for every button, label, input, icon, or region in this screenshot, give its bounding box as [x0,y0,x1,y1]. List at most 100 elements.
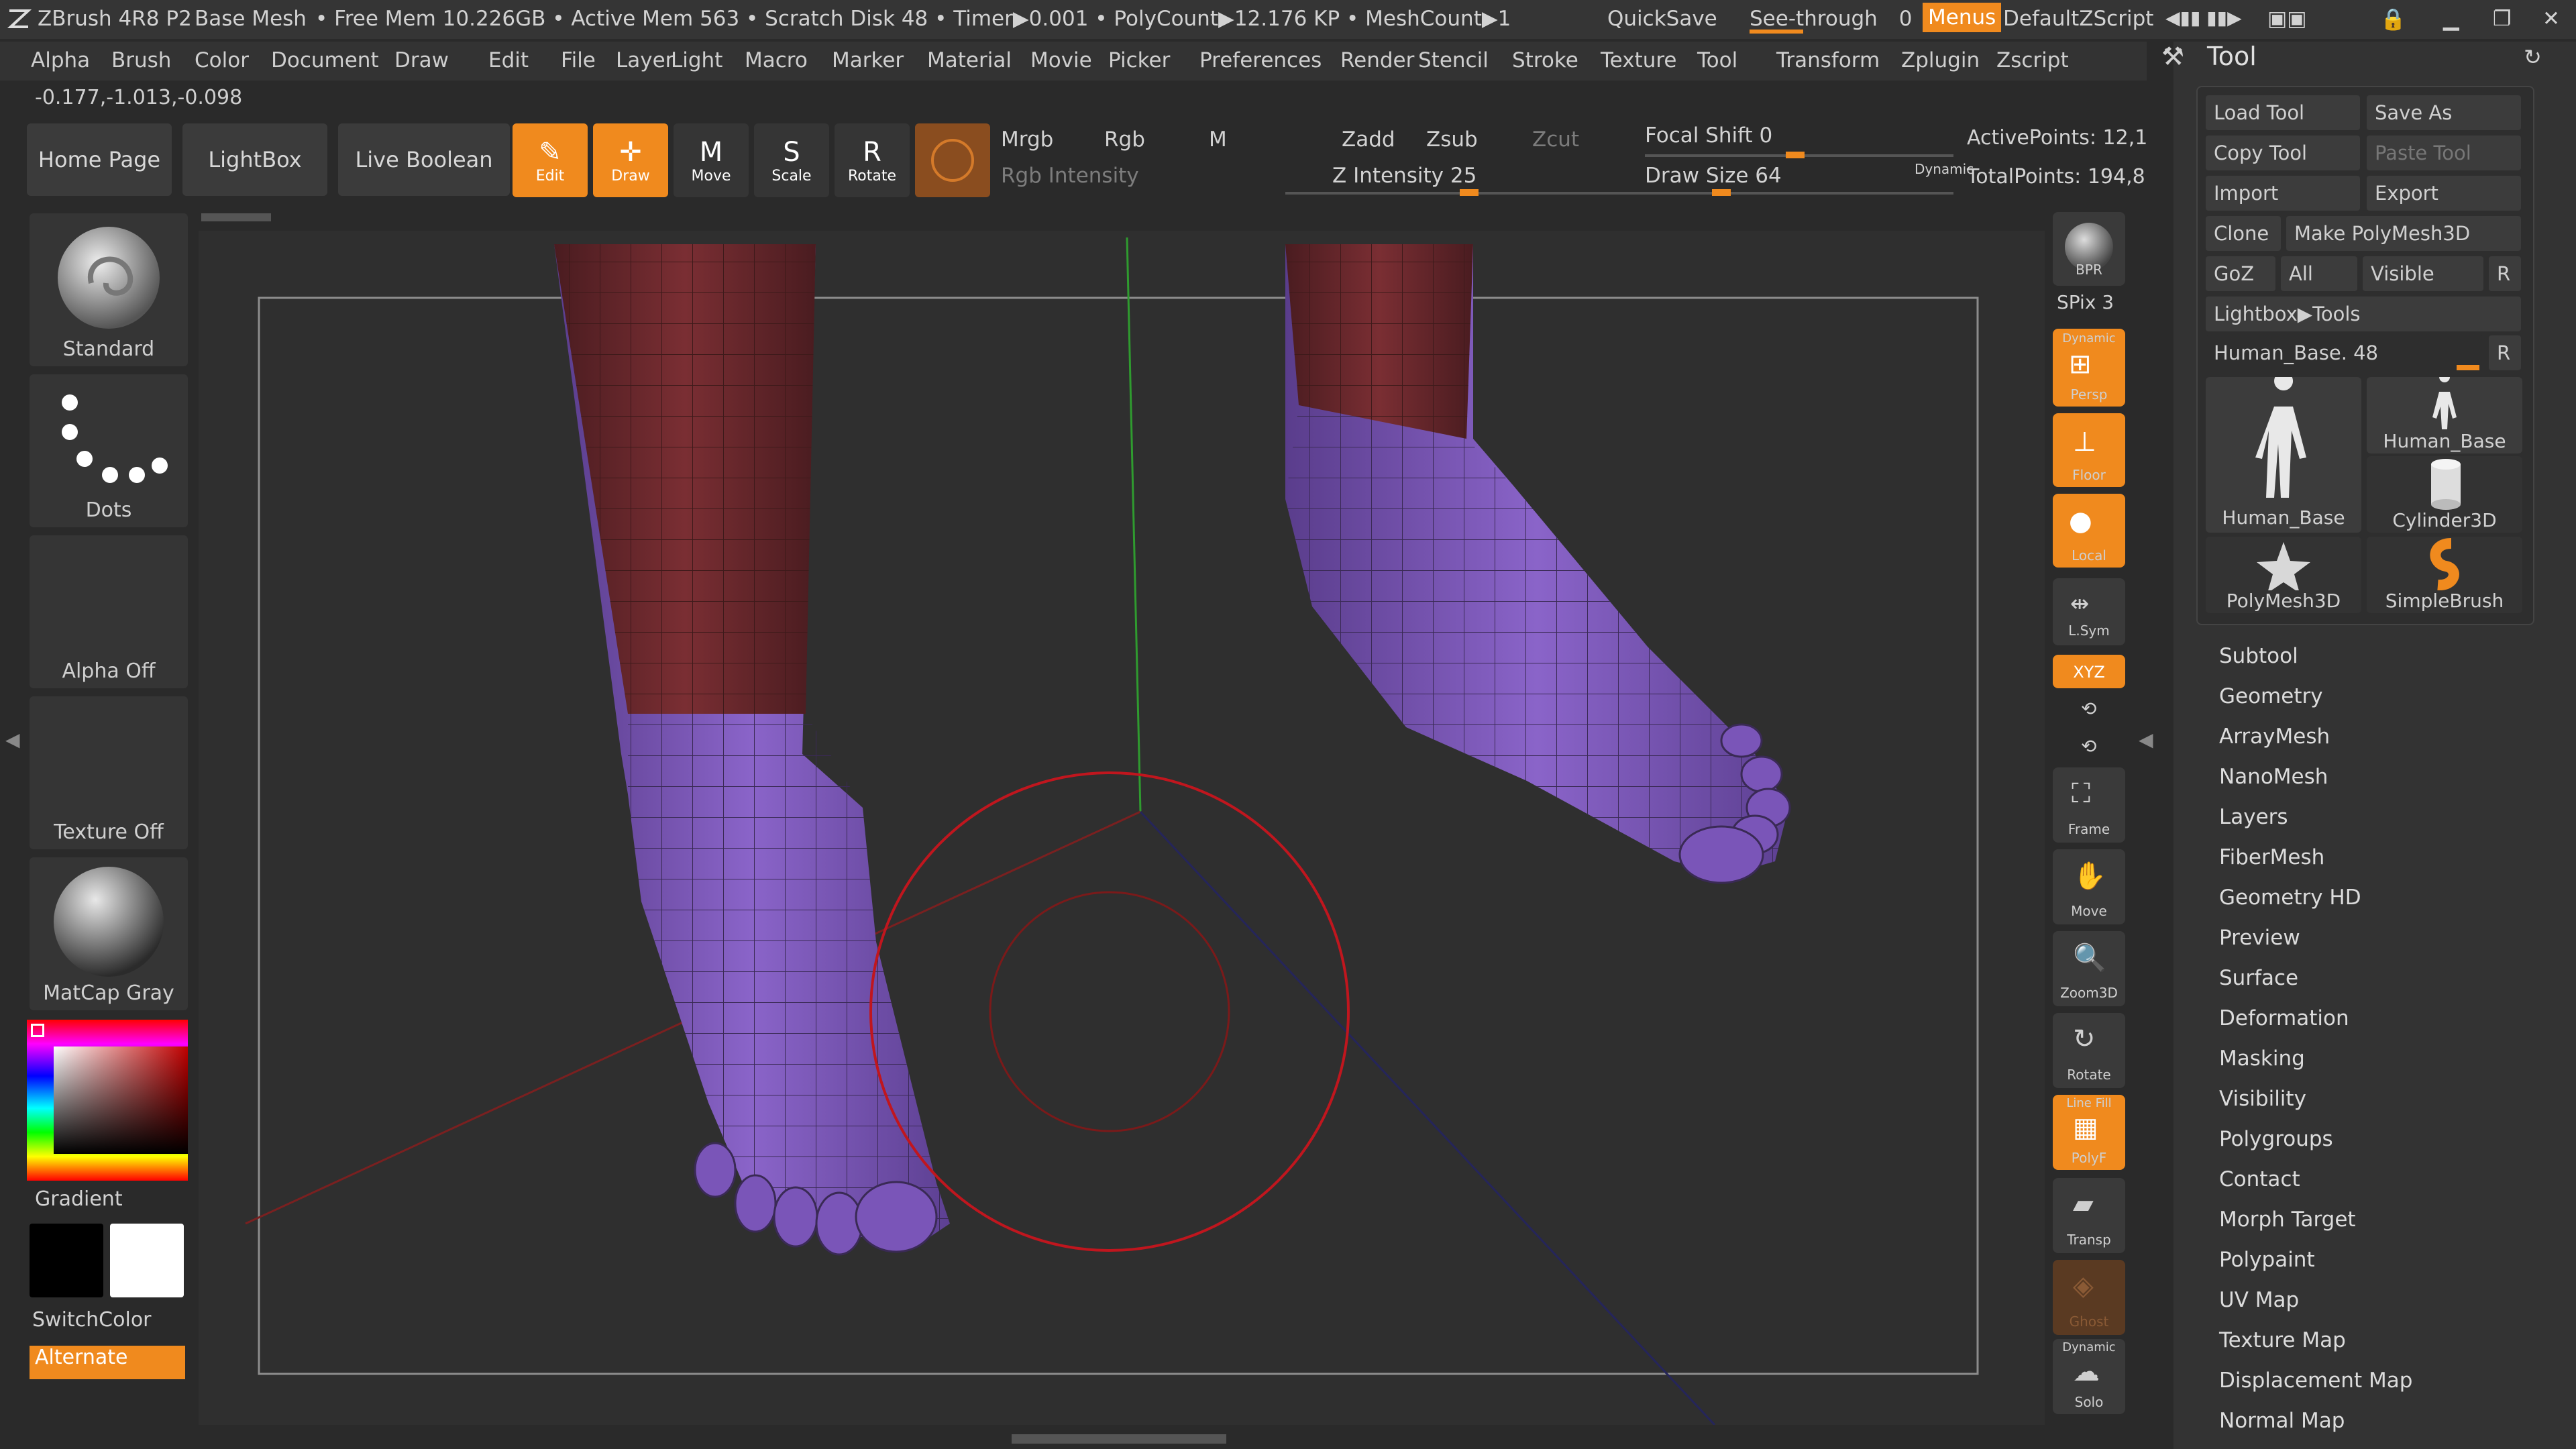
menu-document[interactable]: Document [271,48,379,72]
transp-button[interactable]: ▰ Transp [2053,1178,2125,1253]
tool-thumb-cylinder3d[interactable]: Cylinder3D [2367,456,2522,533]
spix-slider[interactable]: SPix 3 [2057,291,2114,313]
live-boolean-button[interactable]: Live Boolean [338,123,510,196]
home-page-button[interactable]: Home Page [27,123,172,196]
z-intensity-knob[interactable] [1460,189,1479,196]
canvas-viewport[interactable] [199,231,2045,1426]
tool-thumb-polymesh3d[interactable]: PolyMesh3D [2206,537,2361,613]
move-view-button[interactable]: ✋ Move [2053,849,2125,924]
lock-icon[interactable]: 🔒 [2380,7,2406,32]
dynamic-draw-size-toggle[interactable]: Dynamic [1915,161,1974,177]
menu-file[interactable]: File [561,48,596,72]
menu-stroke[interactable]: Stroke [1512,48,1578,72]
export-button[interactable]: Export [2367,176,2521,211]
xyz-button[interactable]: XYZ [2053,655,2125,688]
z-rotation-icon[interactable]: ⟲ [2081,735,2096,757]
menu-draw[interactable]: Draw [394,48,449,72]
palette-refresh-icon[interactable]: ↻ [2524,44,2542,70]
import-button[interactable]: Import [2206,176,2360,211]
menu-picker[interactable]: Picker [1108,48,1170,72]
save-as-button[interactable]: Save As [2367,95,2521,130]
polyframe-button[interactable]: Line Fill ▦ PolyF [2053,1095,2125,1170]
current-tool-knob[interactable] [2457,365,2479,370]
current-tool-slider[interactable]: Human_Base. 48 [2206,335,2483,370]
lightbox-button[interactable]: LightBox [182,123,327,196]
switchcolor-button[interactable]: SwitchColor [32,1308,152,1332]
focal-shift-slider[interactable]: Focal Shift 0 [1645,123,1772,148]
gradient-label[interactable]: Gradient [35,1187,123,1211]
menu-marker[interactable]: Marker [832,48,904,72]
minimize-icon[interactable]: ▁ [2443,7,2459,31]
close-icon[interactable]: ✕ [2542,7,2560,31]
ui-layout-icon[interactable]: ▣▣ [2267,7,2307,31]
paste-tool-button[interactable]: Paste Tool [2367,136,2521,170]
goz-button[interactable]: GoZ [2206,256,2275,291]
tool-thumb-human-base-small[interactable]: Human_Base [2367,372,2522,453]
floor-button[interactable]: ⊥ Floor [2053,413,2125,487]
tool-section-surface[interactable]: Surface [2219,966,2298,990]
see-through-slider[interactable]: See-through 0 [1750,7,1912,31]
rotate-button[interactable]: R Rotate [835,123,910,197]
goz-visible-button[interactable]: Visible [2363,256,2483,291]
tool-section-geometry-hd[interactable]: Geometry HD [2219,885,2361,910]
menu-tool[interactable]: Tool [1697,48,1737,72]
stroke-shelf-button[interactable]: Dots [30,374,188,527]
clone-button[interactable]: Clone [2206,216,2281,251]
tool-section-texture-map[interactable]: Texture Map [2219,1328,2346,1352]
zbrush-logo-icon[interactable] [5,5,32,38]
lsym-button[interactable]: ⇹ L.Sym [2053,578,2125,645]
tool-palette-title[interactable]: Tool [2207,42,2257,71]
tool-section-masking[interactable]: Masking [2219,1046,2305,1071]
perspective-button[interactable]: Dynamic ⊞ Persp [2053,329,2125,407]
tool-section-visibility[interactable]: Visibility [2219,1087,2306,1111]
zadd-button[interactable]: Zadd [1342,127,1395,152]
menu-render[interactable]: Render [1340,48,1414,72]
bpr-button[interactable]: BPR [2053,212,2125,286]
make-polymesh3d-button[interactable]: Make PolyMesh3D [2286,216,2521,251]
edit-button[interactable]: ✎ Edit [513,123,588,197]
rotate-view-button[interactable]: ↻ Rotate [2053,1013,2125,1088]
tool-section-layers[interactable]: Layers [2219,805,2288,829]
menu-movie[interactable]: Movie [1030,48,1092,72]
menu-edit[interactable]: Edit [488,48,529,72]
draw-size-knob[interactable] [1712,189,1731,196]
tool-section-arraymesh[interactable]: ArrayMesh [2219,724,2330,749]
menu-material[interactable]: Material [927,48,1012,72]
z-intensity-slider[interactable]: Z Intensity 25 [1332,164,1477,188]
tool-section-morph-target[interactable]: Morph Target [2219,1208,2356,1232]
zcut-button[interactable]: Zcut [1532,127,1579,152]
menu-brush[interactable]: Brush [111,48,171,72]
menu-light[interactable]: Light [671,48,722,72]
tool-section-geometry[interactable]: Geometry [2219,684,2323,708]
canvas-scroll-top[interactable] [201,213,271,221]
tool-thumb-simplebrush[interactable]: SimpleBrush [2367,537,2522,613]
secondary-color-swatch[interactable] [110,1224,184,1297]
zoom3d-button[interactable]: 🔍 Zoom3D [2053,931,2125,1006]
rgb-button[interactable]: Rgb [1104,127,1145,152]
menu-alpha[interactable]: Alpha [31,48,90,72]
tool-section-polypaint[interactable]: Polypaint [2219,1248,2315,1272]
material-shelf-button[interactable]: MatCap Gray [30,857,188,1010]
right-foot-mesh[interactable] [1285,244,1791,884]
main-color-swatch[interactable] [30,1224,103,1297]
default-zscript-button[interactable]: DefaultZScript [2003,7,2153,31]
tool-section-nanomesh[interactable]: NanoMesh [2219,765,2328,789]
alternate-toggle[interactable]: Alternate [30,1346,185,1379]
tool-section-uv-map[interactable]: UV Map [2219,1288,2299,1312]
restore-icon[interactable]: ❐ [2493,7,2512,31]
goz-r-button[interactable]: R [2489,256,2521,291]
menu-macro[interactable]: Macro [745,48,808,72]
y-rotation-icon[interactable]: ⟲ [2081,698,2096,720]
current-tool-r-button[interactable]: R [2489,335,2521,370]
draw-button[interactable]: ✛ Draw [593,123,668,197]
draw-size-slider[interactable]: Draw Size 64 [1645,164,1782,188]
menu-color[interactable]: Color [195,48,249,72]
alpha-shelf-button[interactable]: Alpha Off [30,535,188,688]
goz-all-button[interactable]: All [2281,256,2357,291]
m-button[interactable]: M [1209,127,1227,152]
tool-thumb-human-base-large[interactable]: Human_Base [2206,372,2361,533]
tool-section-fibermesh[interactable]: FiberMesh [2219,845,2324,869]
tool-section-normal-map[interactable]: Normal Map [2219,1409,2345,1433]
tool-section-contact[interactable]: Contact [2219,1167,2300,1191]
left-tray-arrow-icon[interactable]: ◀ [5,729,20,751]
